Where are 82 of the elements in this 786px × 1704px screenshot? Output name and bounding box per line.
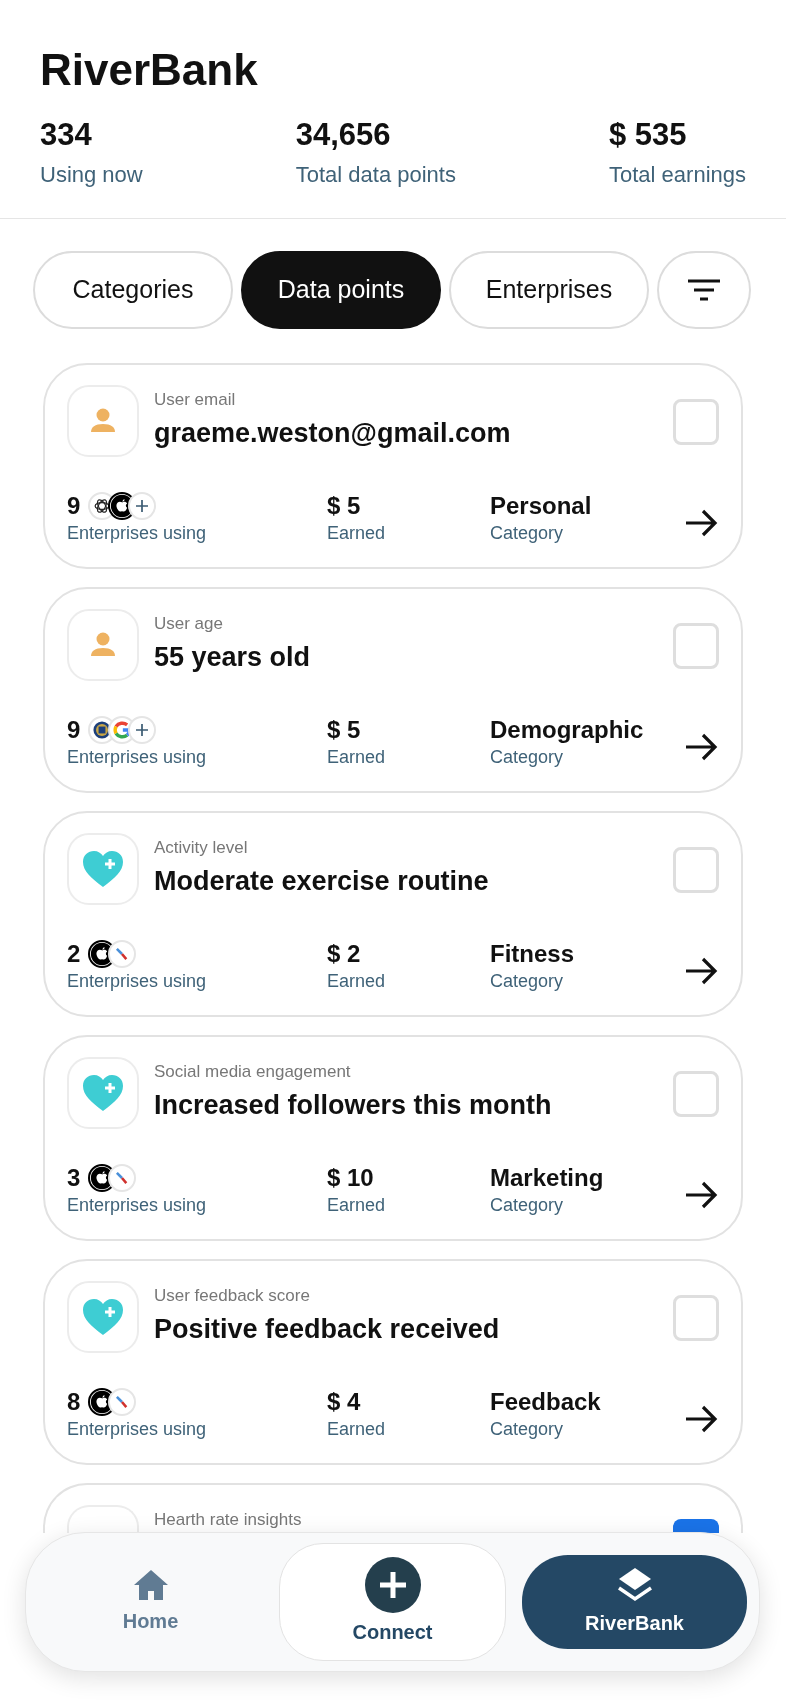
select-checkbox[interactable] bbox=[673, 623, 719, 669]
earned-label: Earned bbox=[327, 970, 387, 993]
plus-icon bbox=[128, 492, 157, 520]
enterprise-count: 9 bbox=[67, 491, 81, 521]
enterprise-count-label: Enterprises using bbox=[67, 746, 208, 769]
filter-tab[interactable]: Categories bbox=[33, 251, 233, 329]
enterprise-count-label: Enterprises using bbox=[67, 1194, 208, 1217]
nav-tab[interactable]: RiverBank bbox=[522, 1555, 747, 1649]
enterprise-count: 2 bbox=[67, 939, 81, 969]
layers-icon bbox=[615, 1566, 654, 1604]
stripes-logo-icon bbox=[108, 1388, 137, 1416]
data-point-card[interactable]: User feedback score Positive feedback received 8 Enterprises using $ 4 Earned Feedback Category bbox=[43, 1259, 743, 1465]
stripes-logo-icon bbox=[108, 940, 137, 968]
data-point-label: Activity level bbox=[154, 837, 249, 859]
arrow-right-icon[interactable] bbox=[683, 508, 719, 538]
stat-label: Total data points bbox=[295, 161, 456, 189]
data-point-value: Moderate exercise routine bbox=[154, 865, 490, 898]
plus-circle-icon bbox=[364, 1557, 421, 1613]
data-point-label: Hearth rate insights bbox=[154, 1509, 303, 1531]
earned-amount: $ 2 bbox=[327, 939, 362, 969]
category-label: Category bbox=[490, 1194, 565, 1217]
category-label: Category bbox=[490, 1418, 565, 1441]
heart-plus-icon bbox=[81, 1073, 125, 1113]
earned-amount: $ 4 bbox=[327, 1387, 362, 1417]
nav-tab[interactable]: Home bbox=[38, 1555, 263, 1649]
stat-value: 334 bbox=[40, 116, 93, 154]
data-point-value: graeme.weston@gmail.com bbox=[154, 417, 512, 450]
enterprise-count: 3 bbox=[67, 1163, 81, 1193]
earned-amount: $ 5 bbox=[327, 715, 362, 745]
select-checkbox[interactable] bbox=[673, 1295, 719, 1341]
category-label: Category bbox=[490, 522, 565, 545]
filter-tab[interactable]: Data points bbox=[241, 251, 441, 329]
stat-value: 34,656 bbox=[295, 116, 392, 154]
earned-amount: $ 5 bbox=[327, 491, 362, 521]
arrow-right-icon[interactable] bbox=[683, 1404, 719, 1434]
arrow-right-icon[interactable] bbox=[683, 1180, 719, 1210]
category-value: Marketing bbox=[490, 1163, 605, 1193]
earned-amount: $ 10 bbox=[327, 1163, 375, 1193]
select-checkbox[interactable] bbox=[673, 1519, 719, 1533]
earned-label: Earned bbox=[327, 522, 387, 545]
category-label: Category bbox=[490, 746, 565, 769]
data-point-value: Increased followers this month bbox=[154, 1089, 553, 1122]
earned-label: Earned bbox=[327, 1418, 387, 1441]
data-point-label: User email bbox=[154, 389, 237, 411]
category-value: Personal bbox=[490, 491, 593, 521]
heart-plus-icon bbox=[81, 1297, 125, 1337]
heart-plus-icon bbox=[81, 849, 125, 889]
filter-icon bbox=[687, 279, 721, 301]
data-point-value: 55 years old bbox=[154, 641, 312, 674]
data-point-card[interactable]: User email graeme.weston@gmail.com 9 Enterprises using $ 5 Earned Personal Category bbox=[43, 363, 743, 569]
data-point-label: User age bbox=[154, 613, 224, 635]
enterprise-count-label: Enterprises using bbox=[67, 1418, 208, 1441]
earned-label: Earned bbox=[327, 1194, 387, 1217]
data-point-label: Social media engagement bbox=[154, 1061, 352, 1083]
app-title: RiverBank bbox=[40, 44, 259, 96]
enterprise-count-label: Enterprises using bbox=[67, 522, 208, 545]
data-point-card[interactable]: Activity level Moderate exercise routine 2 Enterprises using $ 2 Earned Fitness Category bbox=[43, 811, 743, 1017]
arrow-right-icon[interactable] bbox=[683, 732, 719, 762]
enterprise-count: 9 bbox=[67, 715, 81, 745]
category-value: Fitness bbox=[490, 939, 576, 969]
filter-tab[interactable]: Enterprises bbox=[449, 251, 649, 329]
connect-button[interactable]: Connect bbox=[279, 1543, 506, 1661]
enterprise-count: 8 bbox=[67, 1387, 81, 1417]
stripes-logo-icon bbox=[108, 1164, 137, 1192]
earned-label: Earned bbox=[327, 746, 387, 769]
category-value: Demographic bbox=[490, 715, 645, 745]
data-point-value: Positive feedback received bbox=[154, 1313, 501, 1346]
select-checkbox[interactable] bbox=[673, 847, 719, 893]
category-label: Category bbox=[490, 970, 565, 993]
select-checkbox[interactable] bbox=[673, 399, 719, 445]
enterprise-count-label: Enterprises using bbox=[67, 970, 208, 993]
stat-value: $ 535 bbox=[609, 116, 688, 154]
category-value: Feedback bbox=[490, 1387, 602, 1417]
plus-icon bbox=[128, 716, 157, 744]
data-point-card[interactable]: Social media engagement Increased followers this month 3 Enterprises using $ 10 Earned Marketing Category bbox=[43, 1035, 743, 1241]
stat-label: Total earnings bbox=[609, 161, 746, 189]
select-checkbox[interactable] bbox=[673, 1071, 719, 1117]
stat-label: Using now bbox=[40, 161, 143, 189]
data-point-card[interactable]: User age 55 years old 9 Enterprises using $ 5 Earned Demographic Category bbox=[43, 587, 743, 793]
arrow-right-icon[interactable] bbox=[683, 956, 719, 986]
data-point-label: User feedback score bbox=[154, 1285, 311, 1307]
data-point-card[interactable]: Hearth rate insights bbox=[43, 1483, 743, 1533]
